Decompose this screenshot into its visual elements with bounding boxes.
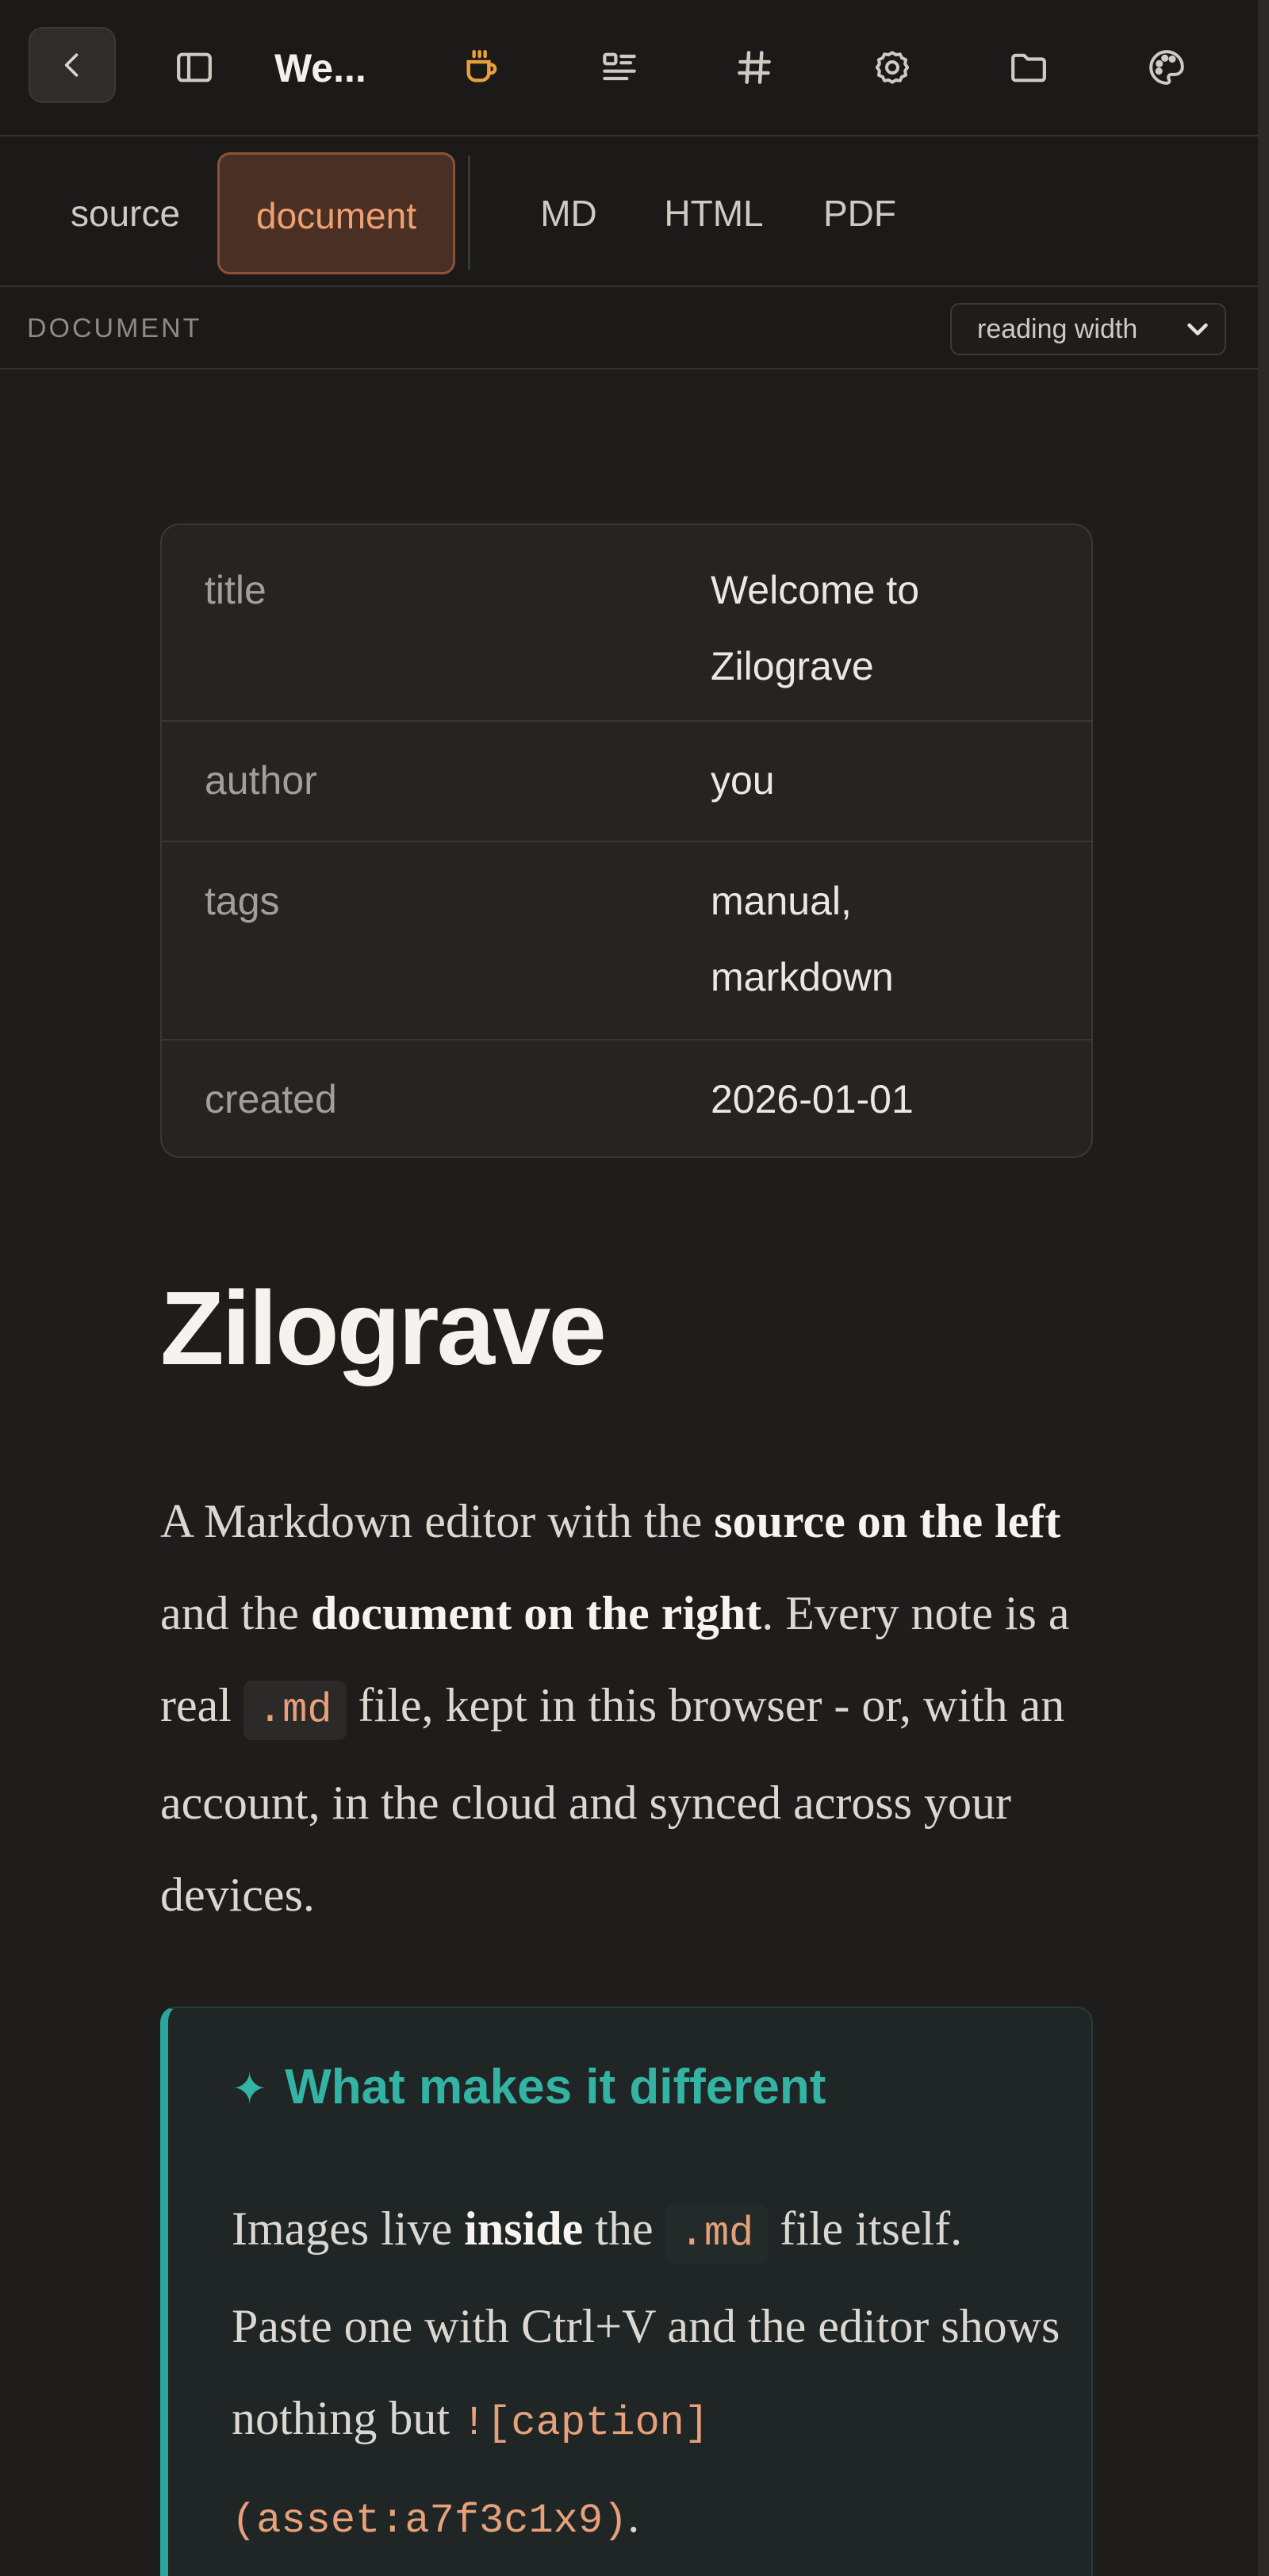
toggle-sidebar-button[interactable] <box>157 30 232 105</box>
theme-button[interactable] <box>1129 30 1204 105</box>
sidebar-icon <box>177 52 212 82</box>
document-title[interactable]: We... <box>274 36 366 100</box>
callout-title: ✦ What makes it different <box>232 2048 826 2127</box>
frontmatter-table: title Welcome to Zilograve author you ta… <box>160 523 1093 1158</box>
callout-body: Images live inside the .md file itself. … <box>232 2183 1072 2567</box>
callout-text: the <box>583 2202 665 2255</box>
tabs-divider <box>468 155 470 270</box>
focus-mode-button[interactable] <box>444 30 519 105</box>
coffee-icon <box>466 49 497 82</box>
frontmatter-value: manual, markdown <box>711 863 1060 1015</box>
palette-icon <box>1149 50 1184 85</box>
frontmatter-key: created <box>205 1077 337 1121</box>
inline-code: .md <box>665 2204 769 2264</box>
frontmatter-key: tags <box>205 879 280 923</box>
intro-bold: document on the right <box>310 1587 762 1639</box>
frontmatter-value-line: markdown <box>711 955 894 999</box>
pane-header: DOCUMENT reading width <box>0 289 1258 370</box>
gear-icon <box>875 51 910 84</box>
inline-code: .md <box>243 1681 347 1740</box>
tab-document[interactable]: document <box>217 152 455 274</box>
frontmatter-row: created 2026-01-01 <box>162 1039 1091 1156</box>
export-html-button[interactable]: HTML <box>641 152 787 274</box>
app-window: We... source document MD HTML PDF DOCUME… <box>0 0 1269 2576</box>
intro-text: A Markdown editor with the <box>160 1495 715 1547</box>
outline-button[interactable] <box>582 30 657 105</box>
sparkle-icon: ✦ <box>232 2065 268 2113</box>
frontmatter-value: 2026-01-01 <box>711 1061 1060 1137</box>
hash-icon <box>738 51 771 84</box>
callout-title-text: What makes it different <box>285 2060 826 2114</box>
frontmatter-row: tags manual, markdown <box>162 841 1091 1039</box>
reading-width-value: reading width <box>977 314 1138 344</box>
scrollbar[interactable] <box>1258 0 1269 2576</box>
intro-text: and the <box>160 1587 311 1639</box>
tags-button[interactable] <box>717 30 792 105</box>
frontmatter-row: title Welcome to Zilograve <box>162 525 1091 720</box>
frontmatter-row: author you <box>162 720 1091 841</box>
pane-label: DOCUMENT <box>27 313 202 343</box>
intro-bold: source on the left <box>714 1495 1061 1547</box>
frontmatter-key: author <box>205 758 317 803</box>
chevron-left-icon <box>64 53 79 77</box>
export-pdf-button[interactable]: PDF <box>806 152 914 274</box>
frontmatter-value-line: you <box>711 758 775 803</box>
callout-bold: inside <box>464 2202 584 2255</box>
document-heading: Zilograve <box>160 1270 607 1386</box>
top-toolbar: We... <box>0 0 1258 136</box>
frontmatter-key: title <box>205 568 266 612</box>
callout-text: . <box>627 2490 640 2542</box>
frontmatter-value-line: Welcome to <box>711 568 920 612</box>
frontmatter-value: Welcome to Zilograve <box>711 552 1060 704</box>
folder-icon <box>1011 53 1046 82</box>
reading-width-select[interactable]: reading width <box>950 303 1226 355</box>
chevron-down-icon <box>1187 323 1208 335</box>
frontmatter-value-line: manual, <box>711 879 852 923</box>
export-md-button[interactable]: MD <box>517 152 620 274</box>
callout-box: ✦ What makes it different Images live ins… <box>160 2007 1093 2576</box>
view-tabs-bar: source document MD HTML PDF <box>0 138 1258 287</box>
intro-paragraph: A Markdown editor with the source on the… <box>160 1475 1112 1941</box>
outline-icon <box>603 52 636 81</box>
files-button[interactable] <box>991 30 1066 105</box>
tab-source[interactable]: source <box>48 152 203 274</box>
frontmatter-value-line: 2026-01-01 <box>711 1077 914 1121</box>
back-button[interactable] <box>29 27 116 103</box>
frontmatter-value: you <box>711 742 1060 818</box>
frontmatter-value-line: Zilograve <box>711 644 874 688</box>
callout-text: Images live <box>232 2202 465 2255</box>
settings-button[interactable] <box>855 30 930 105</box>
